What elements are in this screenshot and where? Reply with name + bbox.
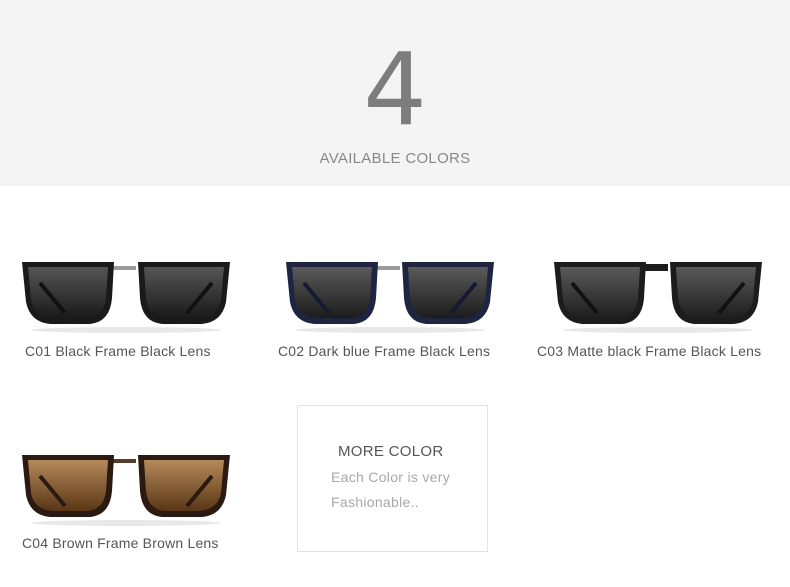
product-c03[interactable] [552,258,764,333]
more-color-line-2: Fashionable.. [331,494,419,510]
caption-c04: C04 Brown Frame Brown Lens [22,535,219,551]
section-subtitle: AVAILABLE COLORS [319,150,471,167]
product-c02[interactable] [284,258,496,333]
caption-c01: C01 Black Frame Black Lens [25,343,211,359]
sunglasses-c01-image [22,262,230,333]
more-color-line-1: Each Color is very [331,469,450,485]
more-color-title: MORE COLOR [338,443,444,460]
sunglasses-c03-image [554,262,762,333]
sunglasses-c02-image [286,262,494,333]
caption-c03: C03 Matte black Frame Black Lens [537,343,762,359]
caption-c02: C02 Dark blue Frame Black Lens [278,343,491,359]
product-c04[interactable] [20,451,232,526]
sunglasses-c04-image [22,455,230,526]
product-c01[interactable] [20,258,232,333]
header-banner: 4 AVAILABLE COLORS [0,0,790,186]
more-color-box: MORE COLOR Each Color is very Fashionabl… [297,405,488,552]
color-count: 4 [363,31,427,148]
